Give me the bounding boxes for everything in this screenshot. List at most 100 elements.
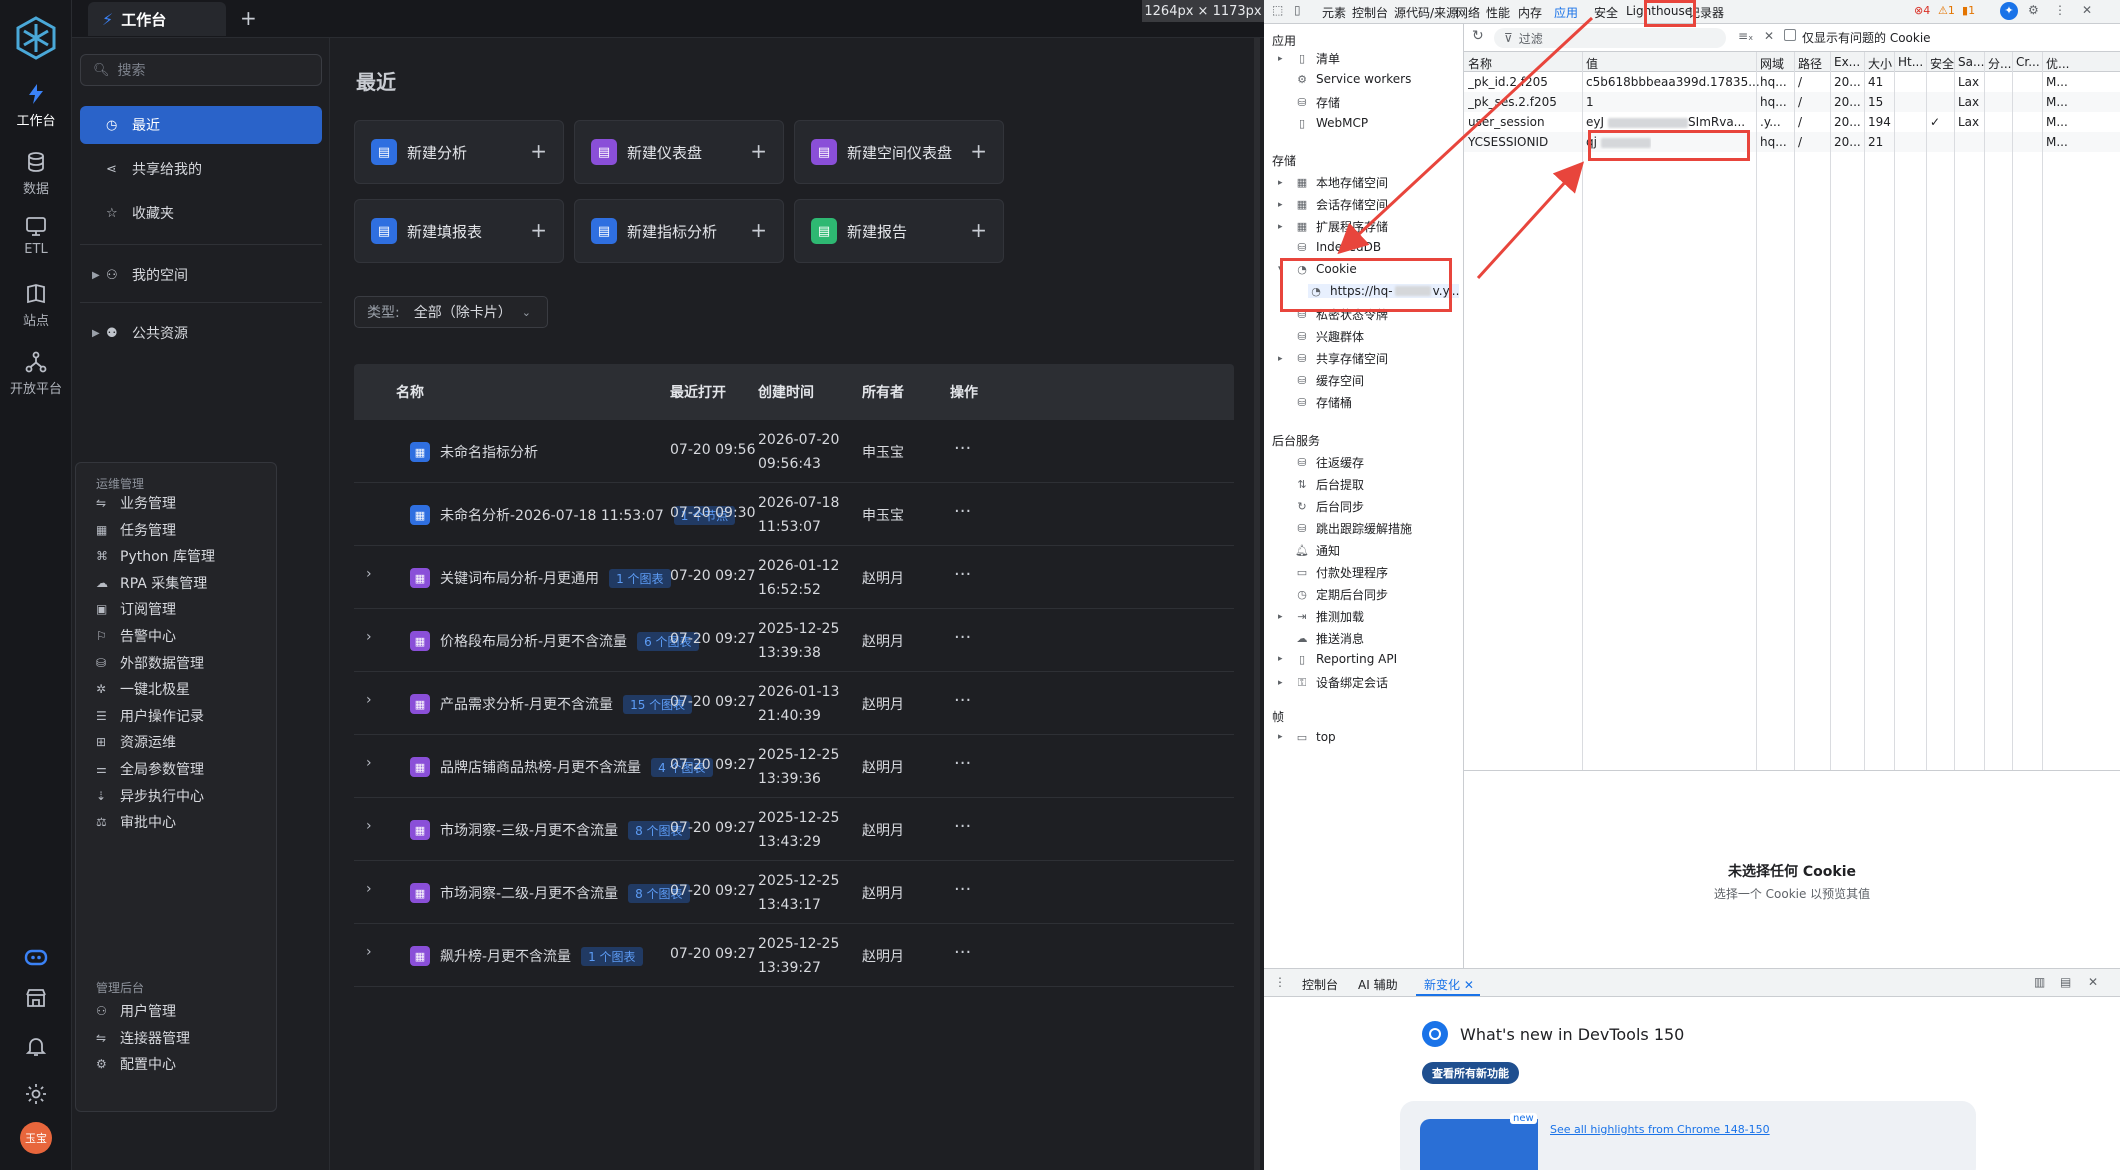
- menu-item[interactable]: ▦ 任务管理: [96, 520, 176, 540]
- tree-item[interactable]: ⛁ 存储桶: [1294, 394, 1352, 411]
- refresh-icon[interactable]: ↻: [1472, 28, 1484, 44]
- tree-item[interactable]: ⚙ Service workers: [1294, 72, 1411, 86]
- table-row[interactable]: › ▦ 品牌店铺商品热榜-月更不含流量 4 个图表 07-20 09:27 2025-12…: [354, 735, 1234, 798]
- tree-item[interactable]: ▸ ⚿ 设备绑定会话: [1278, 674, 1388, 691]
- chevron-right-icon[interactable]: ›: [366, 629, 372, 645]
- tree-item[interactable]: ▸ ▭ top: [1278, 730, 1336, 744]
- scrollbar[interactable]: [1254, 38, 1260, 1170]
- nav-item-favorites[interactable]: ☆ 收藏夹: [80, 194, 322, 232]
- menu-item[interactable]: ✲ 一键北极星: [96, 679, 190, 699]
- cookie-column-header[interactable]: 分...: [1988, 55, 2011, 72]
- menu-item[interactable]: ⇋ 连接器管理: [96, 1028, 190, 1048]
- settings-icon[interactable]: [0, 1082, 72, 1106]
- info-count[interactable]: ▮1: [1962, 4, 1975, 17]
- robot-icon[interactable]: [0, 944, 72, 970]
- drawer-tab-whats-new[interactable]: 新变化 ✕: [1424, 976, 1474, 993]
- menu-item[interactable]: ⚌ 全局参数管理: [96, 759, 204, 779]
- cookie-column-header[interactable]: 路径: [1798, 55, 1822, 72]
- rail-item-etl[interactable]: ETL: [0, 214, 72, 257]
- search-input[interactable]: 🔍︎ 搜索: [80, 54, 322, 86]
- menu-item[interactable]: ⇋ 业务管理: [96, 493, 176, 513]
- more-actions-button[interactable]: ···: [954, 438, 971, 459]
- quick-create-card[interactable]: ▤ 新建分析 +: [354, 120, 564, 184]
- devtools-tab[interactable]: 元素: [1322, 4, 1346, 21]
- tree-item[interactable]: ⛁ 跳出跟踪缓解措施: [1294, 520, 1412, 537]
- tree-item[interactable]: ⛁ 兴趣群体: [1294, 328, 1364, 345]
- tree-item[interactable]: ⇅ 后台提取: [1294, 476, 1364, 493]
- tree-item[interactable]: ▸ ⇥ 推测加载: [1278, 608, 1364, 625]
- menu-item[interactable]: ⇣ 异步执行中心: [96, 786, 204, 806]
- menu-item[interactable]: ▣ 订阅管理: [96, 599, 176, 619]
- add-tab-button[interactable]: +: [240, 6, 257, 30]
- quick-create-card[interactable]: ▤ 新建报告 +: [794, 199, 1004, 263]
- tree-item[interactable]: ▯ WebMCP: [1294, 116, 1368, 130]
- highlights-link[interactable]: See all highlights from Chrome 148-150: [1550, 1123, 1770, 1136]
- tree-item[interactable]: ▭ 付款处理程序: [1294, 564, 1388, 581]
- table-row[interactable]: › ▦ 产品需求分析-月更不含流量 15 个图表 07-20 09:27 2026-01-…: [354, 672, 1234, 735]
- rail-item-data[interactable]: 数据: [0, 150, 72, 197]
- chevron-right-icon[interactable]: ›: [366, 818, 372, 834]
- menu-item[interactable]: ⚙ 配置中心: [96, 1054, 176, 1074]
- devtools-tab[interactable]: 性能: [1486, 4, 1510, 21]
- drawer-tab-console[interactable]: 控制台: [1302, 976, 1338, 993]
- bell-icon[interactable]: [0, 1034, 72, 1058]
- more-icon[interactable]: ⋮: [2054, 3, 2066, 17]
- quick-create-card[interactable]: ▤ 新建空间仪表盘 +: [794, 120, 1004, 184]
- nav-item-my-space[interactable]: ▶ ⚇ 我的空间: [80, 256, 322, 294]
- rail-item-workbench[interactable]: 工作台: [0, 82, 72, 129]
- more-actions-button[interactable]: ···: [954, 627, 971, 648]
- avatar[interactable]: 玉宝: [0, 1122, 72, 1154]
- type-filter-select[interactable]: 类型: 全部（除卡片） ⌄: [354, 296, 548, 328]
- tree-item[interactable]: ◷ 定期后台同步: [1294, 586, 1388, 603]
- clear-filtered-icon[interactable]: ≡ₓ: [1738, 29, 1753, 43]
- quick-create-card[interactable]: ▤ 新建填报表 +: [354, 199, 564, 263]
- table-row[interactable]: › ▦ 市场洞察-三级-月更不含流量 8 个图表 07-20 09:27 2025-12-…: [354, 798, 1234, 861]
- dock-bottom-icon[interactable]: ▤: [2060, 975, 2071, 989]
- cookie-column-header[interactable]: 名称: [1468, 55, 1492, 72]
- chevron-right-icon[interactable]: ›: [366, 755, 372, 771]
- tree-item[interactable]: ▸ ▦ 本地存储空间: [1278, 174, 1388, 191]
- close-icon[interactable]: ✕: [2082, 3, 2092, 17]
- table-row[interactable]: › ▦ 飙升榜-月更不含流量 1 个图表 07-20 09:27 2025-12-25 13…: [354, 924, 1234, 987]
- menu-item[interactable]: ⚇ 用户管理: [96, 1001, 176, 1021]
- cookie-row[interactable]: user_session eyJ SImRva... .y... / 20... 194 ✓ L…: [1464, 112, 2120, 132]
- tree-item[interactable]: ⛁ 存储: [1294, 94, 1340, 111]
- drawer-close-icon[interactable]: ✕: [2088, 975, 2098, 989]
- tree-item[interactable]: ↻ 后台同步: [1294, 498, 1364, 515]
- tree-item[interactable]: ⛁ IndexedDB: [1294, 240, 1381, 254]
- cookie-row[interactable]: _pk_id.2.f205 c5b618bbbeaa399d.17835... hq…: [1464, 72, 2120, 92]
- tree-item[interactable]: ▸ ▯ 清单: [1278, 50, 1340, 67]
- cookie-column-header[interactable]: 网域: [1760, 55, 1784, 72]
- store-icon[interactable]: [0, 986, 72, 1010]
- issue-only-checkbox[interactable]: [1784, 29, 1796, 41]
- quick-create-card[interactable]: ▤ 新建指标分析 +: [574, 199, 784, 263]
- rail-item-open-platform[interactable]: 开放平台: [0, 350, 72, 397]
- more-actions-button[interactable]: ···: [954, 942, 971, 963]
- tree-item[interactable]: ▸ ⛁ 共享存储空间: [1278, 350, 1388, 367]
- more-actions-button[interactable]: ···: [954, 753, 971, 774]
- cookie-row[interactable]: YCSESSIONID qj hq.../20... 21 M...: [1464, 132, 2120, 152]
- chevron-right-icon[interactable]: ›: [366, 566, 372, 582]
- cookie-column-header[interactable]: Ht...: [1898, 55, 1923, 69]
- devtools-tab[interactable]: 网络: [1456, 4, 1480, 21]
- cookie-column-header[interactable]: Sa...: [1958, 55, 1984, 69]
- more-actions-button[interactable]: ···: [954, 690, 971, 711]
- tree-item[interactable]: ☁ 推送消息: [1294, 630, 1365, 647]
- tree-item[interactable]: ⛁ 缓存空间: [1294, 372, 1364, 389]
- dock-side-icon[interactable]: ▥: [2034, 975, 2045, 989]
- drawer-menu-icon[interactable]: ⋮: [1274, 975, 1286, 989]
- table-row[interactable]: › ▦ 关键词布局分析-月更通用 1 个图表 07-20 09:27 2026-01-12…: [354, 546, 1234, 609]
- tree-item[interactable]: ▸ ▦ 扩展程序存储: [1278, 218, 1388, 235]
- cookie-column-header[interactable]: 大小: [1868, 55, 1892, 72]
- devtools-tab[interactable]: 内存: [1518, 4, 1542, 21]
- chevron-right-icon[interactable]: ›: [366, 881, 372, 897]
- see-all-features-button[interactable]: 查看所有新功能: [1422, 1062, 1519, 1084]
- menu-item[interactable]: ⊞ 资源运维: [96, 732, 176, 752]
- tree-item[interactable]: ▸ ▦ 会话存储空间: [1278, 196, 1388, 213]
- menu-item[interactable]: ⚖ 审批中心: [96, 812, 176, 832]
- chevron-right-icon[interactable]: ›: [366, 944, 372, 960]
- ai-icon[interactable]: ✦: [2000, 2, 2018, 20]
- table-row[interactable]: ▦ 未命名指标分析 07-20 09:56 2026-07-20 09:56:43 申玉宝…: [354, 420, 1234, 483]
- more-actions-button[interactable]: ···: [954, 879, 971, 900]
- tab-workbench[interactable]: ⚡ 工作台: [88, 2, 226, 36]
